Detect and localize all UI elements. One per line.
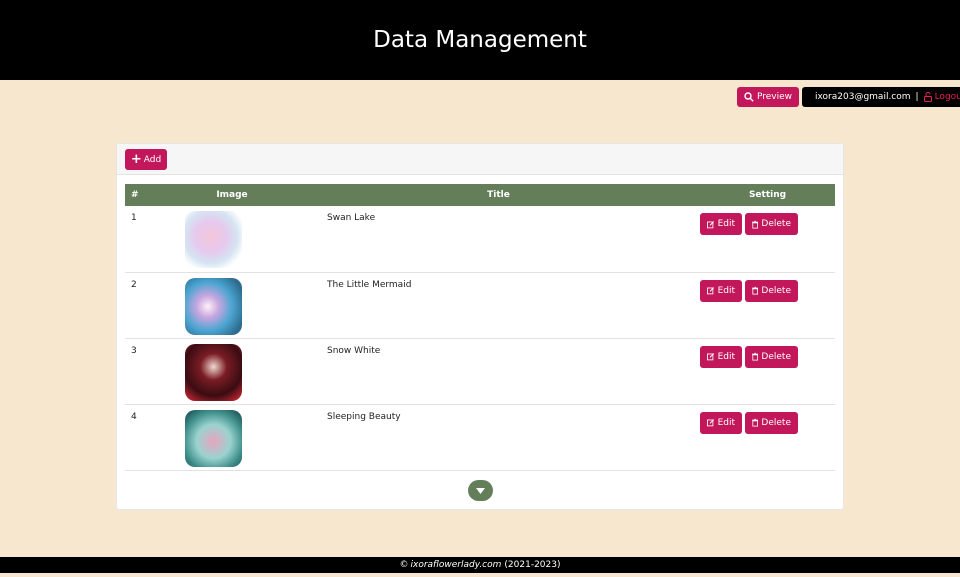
caret-down-icon [476,487,485,494]
panel-toolbar: + Add [117,144,843,175]
row-title: Swan Lake [327,213,376,223]
col-title: Title [487,190,510,200]
edit-button[interactable]: Edit [700,279,742,302]
row-number: 4 [131,411,137,422]
edit-button[interactable]: Edit [700,411,742,434]
trash-icon [752,418,759,427]
row-number: 1 [131,213,137,223]
thumbnail-image [185,211,242,268]
user-box: ixora203@gmail.com | Logout [802,87,960,107]
trash-icon [752,286,759,295]
delete-button[interactable]: Delete [745,345,798,368]
edit-icon [707,353,715,361]
separator: | [915,92,919,102]
edit-button[interactable]: Edit [700,213,742,235]
add-button[interactable]: + Add [125,149,167,170]
trash-icon [752,220,759,229]
table-row: 2 The Little Mermaid Edit Delete [125,272,835,338]
col-number: # [131,190,139,200]
delete-button[interactable]: Delete [745,213,798,235]
col-image: Image [216,190,248,200]
edit-icon [707,419,715,427]
delete-button[interactable]: Delete [745,279,798,302]
table-row: 1 Swan Lake Edit Delete [125,206,835,272]
preview-label: Preview [756,92,792,102]
delete-button[interactable]: Delete [745,411,798,434]
load-more-button[interactable] [468,480,493,501]
footer-years: (2021-2023) [504,560,561,570]
add-label: Add [143,154,162,165]
col-setting: Setting [748,190,787,200]
row-number: 2 [131,279,137,290]
user-email: ixora203@gmail.com [815,92,911,102]
logout-label: Logout [934,92,960,102]
copyright-symbol: © [399,560,409,570]
app-header: Data Management [0,0,960,80]
search-icon [744,92,754,102]
row-title: The Little Mermaid [327,279,412,290]
footer-site: ixoraflowerlady.com [410,560,502,570]
row-number: 3 [131,345,137,356]
row-title: Snow White [327,345,381,356]
trash-icon [752,352,759,361]
unlock-icon [923,92,932,102]
edit-icon [707,287,715,295]
thumbnail-image [185,343,242,401]
table-row: 3 Snow White Edit Delete [125,338,835,404]
row-title: Sleeping Beauty [327,411,401,422]
page-title: Data Management [373,27,587,53]
edit-button[interactable]: Edit [700,345,742,368]
data-panel: + Add # Image Title Setting 1 Swan Lake [116,143,844,510]
footer: © ixoraflowerlady.com (2021-2023) [0,557,960,573]
table-header-row: # Image Title Setting [125,184,835,206]
plus-icon: + [130,152,142,167]
thumbnail-image [185,409,242,467]
edit-icon [707,220,715,228]
top-bar: Preview ixora203@gmail.com | Logout [736,87,960,107]
preview-button[interactable]: Preview [736,87,799,107]
table-row: 4 Sleeping Beauty Edit Delete [125,404,835,470]
logout-link[interactable]: Logout [923,92,960,102]
data-table: # Image Title Setting 1 Swan Lake Edit D… [125,184,835,471]
thumbnail-image [185,277,242,335]
